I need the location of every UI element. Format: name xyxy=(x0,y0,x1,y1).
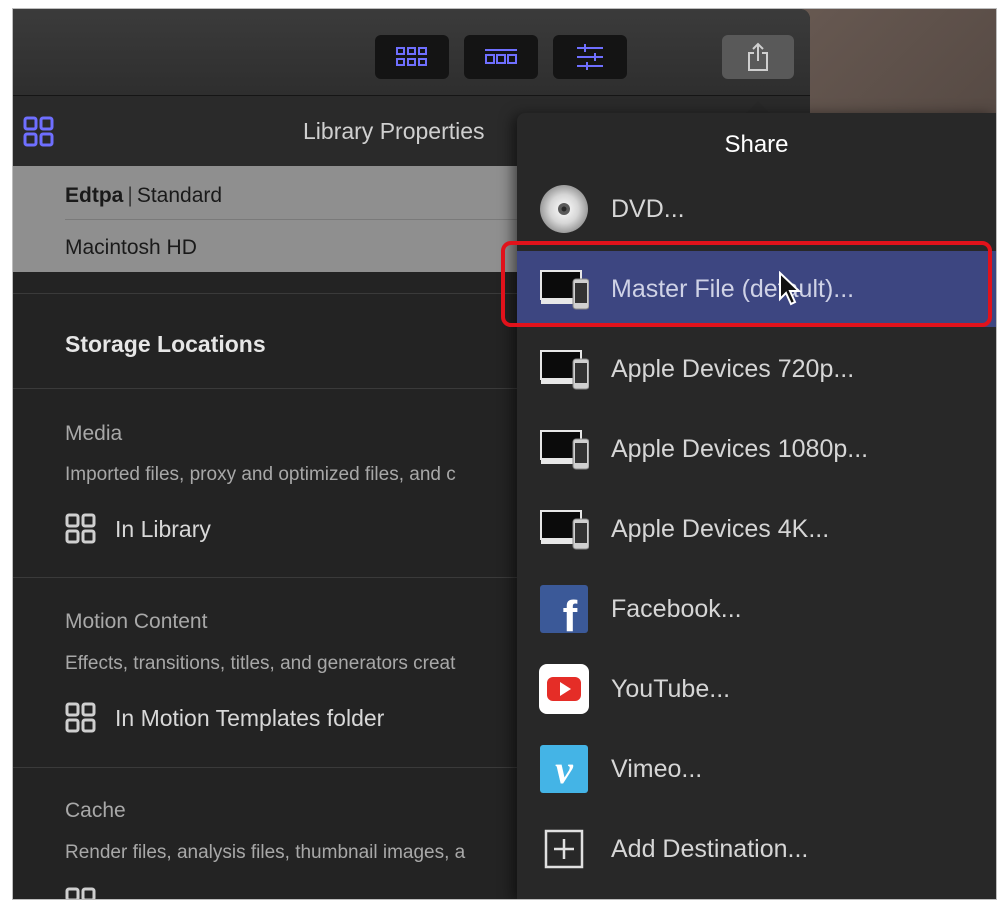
share-icon xyxy=(748,42,768,71)
share-item-label: Facebook... xyxy=(611,594,742,623)
sliders-icon xyxy=(577,44,603,70)
vimeo-icon: v xyxy=(539,744,589,794)
share-item-label: DVD... xyxy=(611,194,685,223)
library-volume: Macintosh HD xyxy=(65,236,197,259)
toolbar xyxy=(13,9,810,96)
library-icon xyxy=(65,702,96,733)
inspector-button[interactable] xyxy=(553,35,627,79)
motion-location-label: In Motion Templates folder xyxy=(115,704,385,731)
share-item-label: Apple Devices 720p... xyxy=(611,354,855,383)
share-item-label: Apple Devices 1080p... xyxy=(611,434,869,463)
share-item-youtube[interactable]: YouTube... xyxy=(517,651,996,727)
media-location[interactable]: In Library xyxy=(65,513,211,545)
library-icon xyxy=(65,513,96,544)
share-menu: Share DVD... Master File (default)... Ap… xyxy=(517,113,996,899)
share-item-add-destination[interactable]: Add Destination... xyxy=(517,811,996,887)
media-location-label: In Library xyxy=(115,515,211,542)
library-icon xyxy=(65,887,97,899)
cache-section-title: Cache xyxy=(65,799,126,822)
share-item-facebook[interactable]: f Facebook... xyxy=(517,571,996,647)
computer-devices-icon xyxy=(539,424,589,474)
highlight-annotation xyxy=(501,241,992,327)
library-name: Edtpa xyxy=(65,184,124,207)
svg-text:f: f xyxy=(563,592,578,633)
share-item-apple-720p[interactable]: Apple Devices 720p... xyxy=(517,331,996,407)
facebook-icon: f xyxy=(539,584,589,634)
grid-view-icon xyxy=(396,47,427,66)
share-item-vimeo[interactable]: v Vimeo... xyxy=(517,731,996,807)
share-item-label: Add Destination... xyxy=(611,834,809,863)
computer-devices-icon xyxy=(539,344,589,394)
dvd-disc-icon xyxy=(539,184,589,234)
separator: | xyxy=(127,184,133,207)
share-item-apple-1080p[interactable]: Apple Devices 1080p... xyxy=(517,411,996,487)
motion-location[interactable]: In Motion Templates folder xyxy=(65,702,384,734)
storage-locations-title: Storage Locations xyxy=(65,331,266,357)
share-button[interactable] xyxy=(722,35,794,79)
share-item-label: Vimeo... xyxy=(611,754,703,783)
browser-view-button[interactable] xyxy=(375,35,449,79)
motion-section-title: Motion Content xyxy=(65,610,208,633)
share-menu-title: Share xyxy=(724,131,789,158)
add-destination-icon xyxy=(539,824,589,874)
media-section-title: Media xyxy=(65,422,123,445)
share-item-label: YouTube... xyxy=(611,674,731,703)
media-section-desc: Imported files, proxy and optimized file… xyxy=(65,464,456,485)
library-properties-title: Library Properties xyxy=(303,118,485,144)
youtube-icon xyxy=(539,664,589,714)
library-name-row: Edtpa | Standard xyxy=(65,184,222,208)
motion-section-desc: Effects, transitions, titles, and genera… xyxy=(65,653,456,674)
screenshot-frame: Library Properties Edtpa | Standard Macint… xyxy=(12,8,997,900)
timeline-icon xyxy=(485,49,517,64)
computer-devices-icon xyxy=(539,504,589,554)
mouse-cursor-icon xyxy=(778,270,804,312)
share-item-dvd[interactable]: DVD... xyxy=(517,171,996,247)
timeline-view-button[interactable] xyxy=(464,35,538,79)
library-type: Standard xyxy=(136,184,223,207)
cache-section-desc: Render files, analysis files, thumbnail … xyxy=(65,842,466,863)
share-item-label: Apple Devices 4K... xyxy=(611,514,830,543)
library-icon xyxy=(23,116,55,153)
share-item-apple-4k[interactable]: Apple Devices 4K... xyxy=(517,491,996,567)
svg-text:v: v xyxy=(555,747,574,792)
